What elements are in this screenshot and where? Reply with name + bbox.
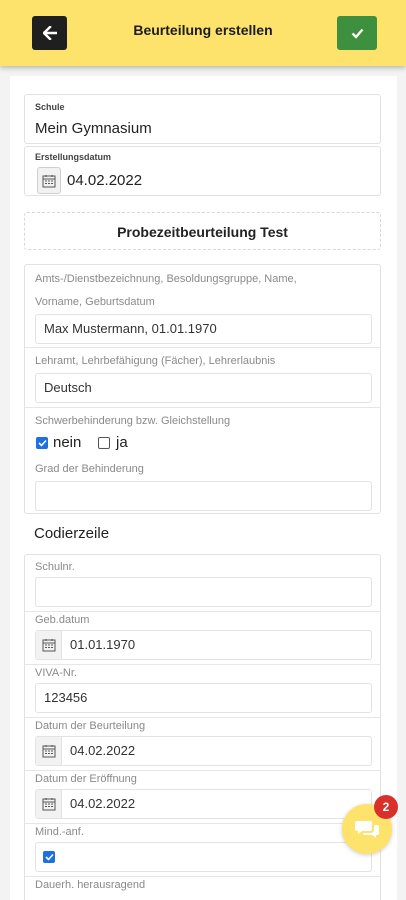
calendar-icon[interactable]	[36, 790, 62, 818]
min-req-checkbox[interactable]	[43, 851, 55, 863]
school-no-label: Schulnr.	[35, 561, 75, 573]
opening-date-value: 04.02.2022	[70, 796, 136, 811]
template-heading-box: Probezeitbeurteilung Test	[24, 212, 381, 250]
calendar-icon[interactable]	[36, 631, 62, 659]
degree-input[interactable]	[35, 481, 372, 511]
creation-date-label: Erstellungsdatum	[35, 152, 112, 162]
disability-yes-label: ja	[116, 434, 128, 451]
school-no-input[interactable]	[35, 577, 372, 607]
disability-yes-checkbox[interactable]	[98, 437, 110, 449]
check-icon	[44, 853, 54, 861]
form-card: Schule Mein Gymnasium Erstellungsdatum 0…	[10, 76, 397, 900]
page-title: Beurteilung erstellen	[133, 22, 273, 38]
calendar-icon[interactable]	[36, 737, 62, 765]
back-button[interactable]	[32, 16, 67, 50]
app-header: Beurteilung erstellen	[0, 0, 406, 66]
chat-bubbles-icon	[355, 821, 379, 838]
viva-input[interactable]: 123456	[35, 683, 372, 713]
birth-date-input[interactable]: 01.01.1970	[35, 630, 372, 660]
check-icon	[351, 28, 363, 39]
disability-no-checkbox[interactable]	[36, 437, 48, 449]
check-icon	[37, 439, 47, 447]
teaching-input[interactable]: Deutsch	[35, 373, 372, 403]
degree-label: Grad der Behinderung	[35, 463, 144, 475]
review-date-input[interactable]: 04.02.2022	[35, 736, 372, 766]
person-input[interactable]: Max Mustermann, 01.01.1970	[35, 314, 372, 344]
coding-section: Schulnr. Geb.datum 01.01.1970 VIVA-Nr. 1…	[24, 554, 381, 900]
viva-label: VIVA-Nr.	[35, 667, 77, 679]
person-label-line1: Amts-/Dienstbezeichnung, Besoldungsgrupp…	[35, 273, 297, 285]
template-heading: Probezeitbeurteilung Test	[117, 224, 288, 240]
school-value: Mein Gymnasium	[35, 120, 152, 137]
chat-notification-badge: 2	[374, 795, 398, 819]
disability-no-label: nein	[53, 434, 82, 451]
coding-section-title: Codierzeile	[34, 525, 110, 542]
review-date-label: Datum der Beurteilung	[35, 720, 146, 732]
teaching-label: Lehramt, Lehrbefähigung (Fächer), Lehrer…	[35, 355, 276, 367]
next-field-label: Dauerh. herausragend	[35, 879, 146, 891]
birth-date-label: Geb.datum	[35, 614, 90, 626]
save-button[interactable]	[337, 16, 377, 50]
opening-date-label: Datum der Eröffnung	[35, 773, 137, 785]
creation-date-value: 04.02.2022	[67, 172, 143, 189]
birth-date-value: 01.01.1970	[70, 637, 136, 652]
calendar-icon[interactable]	[37, 167, 61, 194]
min-req-box	[35, 842, 372, 872]
opening-date-input[interactable]: 04.02.2022	[35, 789, 372, 819]
disability-label: Schwerbehinderung bzw. Gleichstellung	[35, 415, 231, 427]
person-section: Amts-/Dienstbezeichnung, Besoldungsgrupp…	[24, 264, 381, 514]
person-label-line2: Vorname, Geburtsdatum	[35, 296, 155, 308]
arrow-left-icon	[42, 26, 57, 40]
review-date-value: 04.02.2022	[70, 743, 136, 758]
school-field[interactable]: Schule Mein Gymnasium	[24, 94, 381, 144]
creation-date-field[interactable]: Erstellungsdatum 04.02.2022	[24, 146, 381, 196]
school-label: Schule	[35, 102, 65, 112]
min-req-label: Mind.-anf.	[35, 826, 84, 838]
